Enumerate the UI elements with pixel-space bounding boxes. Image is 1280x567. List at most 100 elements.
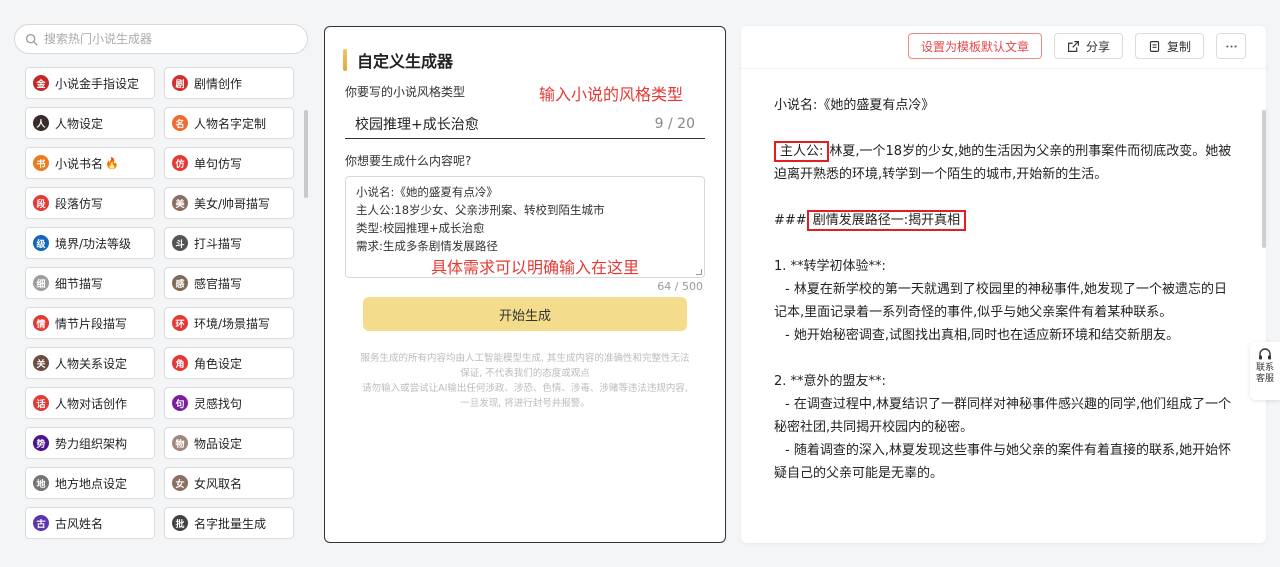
book-title-icon: 书 — [33, 155, 49, 171]
tool-label: 小说书名 — [55, 156, 104, 171]
tool-item[interactable]: 地地方地点设定 — [25, 467, 155, 499]
start-generate-button[interactable]: 开始生成 — [363, 297, 687, 331]
tool-item[interactable]: 句灵感找句 — [164, 387, 294, 419]
role-icon: 角 — [172, 355, 188, 371]
fight-icon: 斗 — [172, 235, 188, 251]
more-icon — [1225, 44, 1237, 48]
custom-generator-panel: 自定义生成器 你要写的小说风格类型 输入小说的风格类型 校园推理+成长治愈 9 … — [324, 26, 726, 543]
tool-item[interactable]: 细细节描写 — [25, 267, 155, 299]
paragraph-icon: 段 — [33, 195, 49, 211]
faction-icon: 势 — [33, 435, 49, 451]
item2-detail-a: - 在调查过程中,林夏结识了一群同样对神秘事件感兴趣的同学,他们组成了一个秘密社… — [774, 397, 1232, 435]
share-button[interactable]: 分享 — [1053, 33, 1123, 59]
tool-label: 人物设定 — [55, 116, 104, 131]
tool-item[interactable]: 情情节片段描写 — [25, 307, 155, 339]
style-input[interactable]: 校园推理+成长治愈 9 / 20 — [345, 109, 705, 139]
more-options-button[interactable] — [1216, 33, 1246, 59]
style-annotation: 输入小说的风格类型 — [539, 85, 684, 104]
plot-heading-highlight: 剧情发展路径一:揭开真相 — [806, 210, 967, 231]
content-label: 你想要生成什么内容呢? — [345, 154, 472, 168]
plot-icon: 剧 — [172, 75, 188, 91]
tool-item[interactable]: 美美女/帅哥描写 — [164, 187, 294, 219]
realm-icon: 级 — [33, 235, 49, 251]
item1-title: 1. **转学初体验**: — [774, 259, 886, 274]
content-line: 小说名:《她的盛夏有点冷》 — [356, 185, 498, 199]
tool-label: 势力组织架构 — [55, 436, 128, 451]
generator-list-panel: 金小说金手指设定剧剧情创作人人物设定名人物名字定制书小说书名🔥仿单句仿写段段落仿… — [14, 24, 312, 544]
tool-label: 古风姓名 — [55, 516, 104, 531]
content-char-count: 64 / 500 — [657, 280, 703, 293]
tool-label: 人物名字定制 — [194, 116, 267, 131]
plot-heading: ### 剧情发展路径一:揭开真相 — [774, 209, 1234, 232]
tool-item[interactable]: 女女风取名 — [164, 467, 294, 499]
share-label: 分享 — [1085, 39, 1110, 54]
generator-title: 自定义生成器 — [357, 52, 454, 71]
result-toolbar: 设置为模板默认文章 分享 复制 — [907, 33, 1246, 59]
set-template-default-button[interactable]: 设置为模板默认文章 — [907, 33, 1042, 59]
tool-item[interactable]: 物物品设定 — [164, 427, 294, 459]
tool-item[interactable]: 环环境/场景描写 — [164, 307, 294, 339]
tool-item[interactable]: 剧剧情创作 — [164, 67, 294, 99]
tool-label: 情节片段描写 — [55, 316, 128, 331]
title-accent-bar — [343, 49, 347, 71]
golden-finger-icon: 金 — [33, 75, 49, 91]
dialogue-icon: 话 — [33, 395, 49, 411]
search-input[interactable] — [44, 32, 284, 46]
customer-service-label: 联系客服 — [1255, 363, 1274, 384]
copy-label: 复制 — [1166, 39, 1191, 54]
protagonist-text: 林夏,一个18岁的少女,她的生活因为父亲的刑事案件而彻底改变。她被迫离开熟悉的环… — [774, 144, 1232, 182]
female-name-avatar-icon: 女 — [172, 475, 188, 491]
copy-button[interactable]: 复制 — [1134, 33, 1204, 59]
tool-item[interactable]: 古古风姓名 — [25, 507, 155, 539]
customer-service-button[interactable]: 联系客服 — [1250, 342, 1280, 400]
tool-item[interactable]: 书小说书名 🔥 — [25, 147, 155, 179]
generator-header: 自定义生成器 — [343, 48, 453, 72]
disclaimer-line: 一旦发现, 将进行封号并报警。 — [460, 398, 590, 409]
tool-item[interactable]: 人人物设定 — [25, 107, 155, 139]
tool-label: 小说金手指设定 — [55, 76, 140, 91]
tool-item[interactable]: 名人物名字定制 — [164, 107, 294, 139]
tool-item[interactable]: 关人物关系设定 — [25, 347, 155, 379]
content-annotation: 具体需求可以明确输入在这里 — [431, 258, 640, 277]
tool-label: 打斗描写 — [194, 236, 243, 251]
sentence-icon: 仿 — [172, 155, 188, 171]
tool-label: 美女/帅哥描写 — [194, 196, 271, 211]
left-scrollbar[interactable] — [304, 110, 308, 198]
tool-item[interactable]: 感感官描写 — [164, 267, 294, 299]
resize-handle[interactable] — [696, 269, 702, 275]
tool-item[interactable]: 仿单句仿写 — [164, 147, 294, 179]
result-content: 小说名:《她的盛夏有点冷》 主人公: 林夏,一个18岁的少女,她的生活因为父亲的刑… — [774, 94, 1234, 485]
disclaimer-line: 保证, 不代表我们的态度或观点 — [460, 368, 590, 379]
tool-item[interactable]: 斗打斗描写 — [164, 227, 294, 259]
result-scrollbar[interactable] — [1262, 110, 1266, 248]
tool-item[interactable]: 势势力组织架构 — [25, 427, 155, 459]
search-icon — [25, 33, 38, 46]
tool-label: 地方地点设定 — [55, 476, 128, 491]
magnifier-icon: 细 — [33, 275, 49, 291]
tool-label: 人物关系设定 — [55, 356, 128, 371]
tool-item[interactable]: 角角色设定 — [164, 347, 294, 379]
tool-label: 段落仿写 — [55, 196, 104, 211]
content-line: 类型:校园推理+成长治愈 — [356, 221, 485, 235]
tool-item[interactable]: 段段落仿写 — [25, 187, 155, 219]
result-title-line: 小说名:《她的盛夏有点冷》 — [774, 98, 935, 113]
item-icon: 物 — [172, 435, 188, 451]
item2-detail-b: - 随着调查的深入,林夏发现这些事件与她父亲的案件有着直接的联系,她开始怀疑自己… — [774, 443, 1232, 481]
result-panel: 设置为模板默认文章 分享 复制 小说名:《她的盛夏有点冷》 主人公: 林夏,一个1… — [741, 26, 1266, 543]
tool-label: 名字批量生成 — [194, 516, 267, 531]
tool-item[interactable]: 级境界/功法等级 — [25, 227, 155, 259]
tool-item[interactable]: 话人物对话创作 — [25, 387, 155, 419]
protagonist-label-highlight: 主人公: — [774, 141, 830, 162]
sense-avatar-icon: 感 — [172, 275, 188, 291]
tool-item[interactable]: 金小说金手指设定 — [25, 67, 155, 99]
tool-label: 细节描写 — [55, 276, 104, 291]
protagonist-paragraph: 主人公: 林夏,一个18岁的少女,她的生活因为父亲的刑事案件而彻底改变。她被迫离开… — [774, 140, 1234, 186]
tool-label: 境界/功法等级 — [55, 236, 132, 251]
tool-item[interactable]: 批名字批量生成 — [164, 507, 294, 539]
headset-icon — [1259, 348, 1271, 360]
tool-label: 感官描写 — [194, 276, 243, 291]
relation-avatar-icon: 关 — [33, 355, 49, 371]
content-line: 主人公:18岁少女、父亲涉刑案、转校到陌生城市 — [356, 203, 605, 217]
search-box[interactable] — [14, 24, 308, 54]
item1-detail-a: - 林夏在新学校的第一天就遇到了校园里的神秘事件,她发现了一个被遗忘的日记本,里… — [774, 282, 1227, 320]
